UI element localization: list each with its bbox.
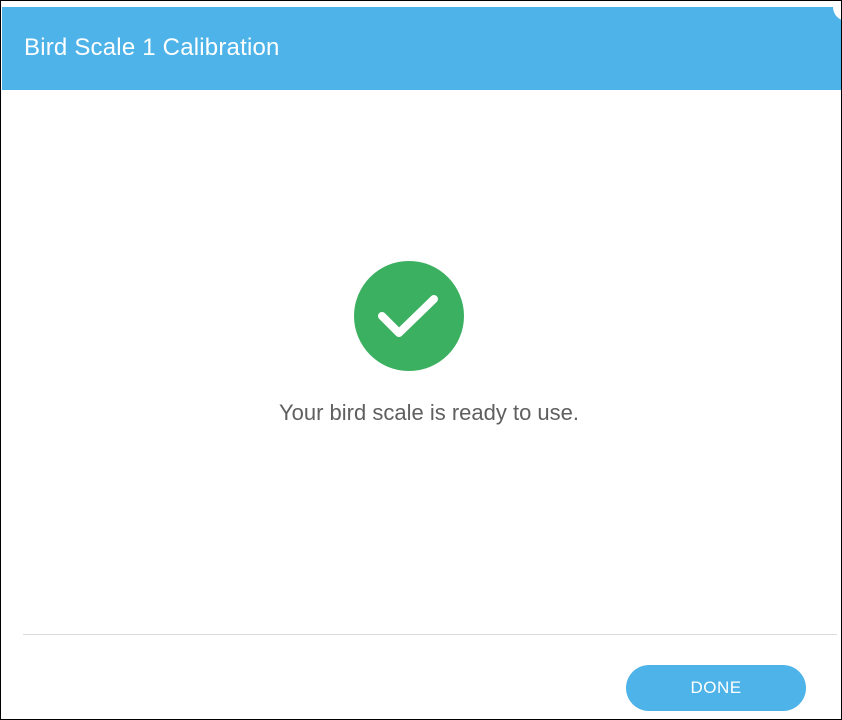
status-message: Your bird scale is ready to use. [278,400,580,425]
footer-divider [23,634,837,635]
dialog-header: Bird Scale 1 Calibration [2,7,841,90]
dialog-title: Bird Scale 1 Calibration [24,34,280,61]
check-icon [378,295,438,337]
success-badge [354,261,464,371]
done-button[interactable]: DONE [626,665,806,711]
calibration-dialog: Bird Scale 1 Calibration Your bird scale… [0,0,842,720]
